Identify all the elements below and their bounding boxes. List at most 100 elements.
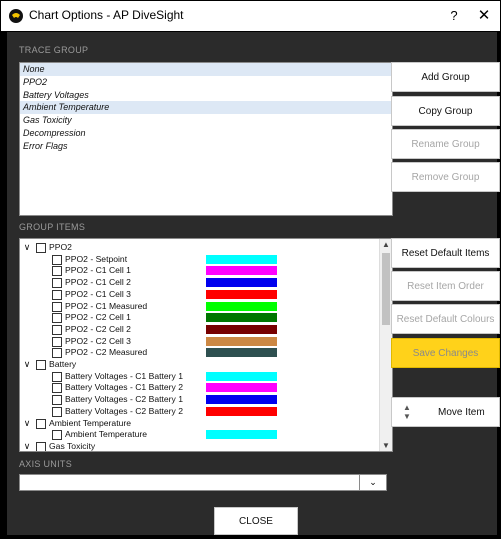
dialog-content: TRACE GROUP None PPO2 Battery Voltages Ambi… — [7, 32, 500, 535]
tree-item-row[interactable]: Battery Voltages - C2 Battery 1 — [20, 394, 378, 406]
tree-item-row[interactable]: PPO2 - C1 Cell 3 — [20, 289, 378, 301]
tree-group-row[interactable]: ∨ Battery — [20, 359, 378, 371]
up-down-arrows-icon: ▲ ▼ — [403, 403, 411, 421]
tree-row-label: PPO2 - C1 Cell 3 — [65, 288, 131, 299]
chevron-down-icon[interactable]: ∨ — [22, 418, 32, 429]
item-checkbox[interactable] — [52, 254, 62, 265]
tree-row-label: PPO2 - C1 Cell 2 — [65, 277, 131, 288]
tree-item-row[interactable]: Battery Voltages - C1 Battery 1 — [20, 371, 378, 383]
tree-row-label: PPO2 - C1 Measured — [65, 300, 148, 311]
app-logo-icon — [9, 9, 23, 23]
chevron-down-icon[interactable]: ∨ — [22, 441, 32, 451]
tree-item-row[interactable]: Battery Voltages - C2 Battery 2 — [20, 406, 378, 418]
item-checkbox[interactable] — [52, 348, 62, 359]
trace-group-item[interactable]: Ambient Temperature — [20, 101, 392, 115]
color-swatch[interactable] — [206, 313, 277, 323]
copy-group-button[interactable]: Copy Group — [391, 96, 500, 126]
tree-row-label: PPO2 — [49, 242, 72, 252]
group-items-label: GROUP ITEMS — [19, 222, 86, 232]
window-title: Chart Options - AP DiveSight — [29, 8, 184, 22]
item-checkbox[interactable] — [52, 383, 62, 394]
tree-item-row[interactable]: PPO2 - C1 Measured — [20, 301, 378, 313]
trace-group-item[interactable]: Battery Voltages — [20, 89, 392, 102]
remove-group-button[interactable]: Remove Group — [391, 162, 500, 192]
color-swatch[interactable] — [206, 383, 277, 393]
item-checkbox[interactable] — [52, 266, 62, 277]
reset-default-colours-button[interactable]: Reset Default Colours — [391, 304, 500, 334]
color-swatch[interactable] — [206, 289, 277, 299]
move-item-button[interactable]: ▲ ▼ Move Item — [391, 397, 500, 427]
trace-group-item[interactable]: None — [20, 63, 392, 76]
trace-group-item[interactable]: Error Flags — [20, 140, 392, 153]
item-checkbox[interactable] — [52, 289, 62, 300]
color-swatch[interactable] — [206, 278, 277, 288]
tree-item-row[interactable]: Battery Voltages - C1 Battery 2 — [20, 382, 378, 394]
item-checkbox[interactable] — [52, 406, 62, 417]
group-items-tree[interactable]: ∨ PPO2 PPO2 - Setpoint PPO2 - C1 Cell 1 PPO2… — [19, 238, 393, 452]
trace-group-item[interactable]: Gas Toxicity — [20, 114, 392, 127]
dialog-window: Chart Options - AP DiveSight ? ✕ TRACE G… — [0, 0, 501, 539]
add-group-button[interactable]: Add Group — [391, 62, 500, 92]
item-checkbox[interactable] — [52, 278, 62, 289]
trace-group-label: TRACE GROUP — [19, 45, 89, 55]
chevron-down-icon[interactable]: ⌄ — [359, 474, 387, 491]
close-button[interactable]: CLOSE — [214, 507, 298, 535]
chevron-down-icon[interactable]: ∨ — [22, 242, 32, 253]
tree-item-row[interactable]: PPO2 - Setpoint — [20, 254, 378, 266]
reset-default-items-button[interactable]: Reset Default Items — [391, 238, 500, 268]
item-checkbox[interactable] — [52, 371, 62, 382]
reset-item-order-button[interactable]: Reset Item Order — [391, 271, 500, 301]
trace-group-item[interactable]: PPO2 — [20, 76, 392, 89]
color-swatch[interactable] — [206, 324, 277, 334]
color-swatch[interactable] — [206, 301, 277, 311]
tree-item-row[interactable]: PPO2 - C2 Cell 3 — [20, 336, 378, 348]
axis-units-select[interactable] — [19, 474, 360, 491]
trace-group-item[interactable]: Decompression — [20, 127, 392, 140]
item-checkbox[interactable] — [36, 360, 46, 370]
item-checkbox[interactable] — [52, 324, 62, 335]
tree-item-row[interactable]: PPO2 - C2 Measured — [20, 347, 378, 359]
scroll-down-icon[interactable]: ▼ — [380, 441, 392, 450]
color-swatch[interactable] — [206, 348, 277, 358]
tree-row-label: PPO2 - C2 Cell 2 — [65, 323, 131, 334]
scrollbar-thumb[interactable] — [382, 253, 390, 325]
tree-group-row[interactable]: ∨ PPO2 — [20, 242, 378, 254]
trace-group-list[interactable]: None PPO2 Battery Voltages Ambient Temperat… — [19, 62, 393, 216]
color-swatch[interactable] — [206, 395, 277, 405]
color-swatch[interactable] — [206, 371, 277, 381]
tree-row-label: PPO2 - C2 Cell 3 — [65, 335, 131, 346]
item-checkbox[interactable] — [36, 441, 46, 451]
item-checkbox[interactable] — [52, 301, 62, 312]
color-swatch[interactable] — [206, 430, 277, 440]
item-checkbox[interactable] — [52, 395, 62, 406]
item-checkbox[interactable] — [52, 336, 62, 347]
tree-row-label: PPO2 - C1 Cell 1 — [65, 265, 131, 276]
tree-item-row[interactable]: PPO2 - C2 Cell 2 — [20, 324, 378, 336]
close-window-button[interactable]: ✕ — [474, 6, 494, 26]
move-item-label: Move Item — [438, 407, 485, 418]
save-changes-button[interactable]: Save Changes — [391, 338, 500, 368]
color-swatch[interactable] — [206, 336, 277, 346]
item-checkbox[interactable] — [36, 243, 46, 253]
color-swatch[interactable] — [206, 406, 277, 416]
rename-group-button[interactable]: Rename Group — [391, 129, 500, 159]
item-checkbox[interactable] — [36, 418, 46, 429]
tree-group-row[interactable]: ∨ Gas Toxicity — [20, 441, 378, 451]
tree-row-label: PPO2 - Setpoint — [65, 253, 128, 264]
tree-row-label: Ambient Temperature — [49, 417, 132, 428]
help-button[interactable]: ? — [444, 6, 464, 26]
item-checkbox[interactable] — [52, 313, 62, 324]
tree-row-label: Battery Voltages - C1 Battery 2 — [65, 382, 183, 393]
color-swatch[interactable] — [206, 254, 277, 264]
tree-item-row[interactable]: PPO2 - C2 Cell 1 — [20, 312, 378, 324]
tree-item-row[interactable]: Ambient Temperature — [20, 429, 378, 441]
tree-row-label: Battery Voltages - C1 Battery 1 — [65, 370, 183, 381]
tree-row-label: Battery — [49, 359, 77, 369]
axis-units-label: AXIS UNITS — [19, 459, 73, 469]
item-checkbox[interactable] — [52, 430, 62, 441]
tree-group-row[interactable]: ∨ Ambient Temperature — [20, 418, 378, 430]
tree-item-row[interactable]: PPO2 - C1 Cell 2 — [20, 277, 378, 289]
chevron-down-icon[interactable]: ∨ — [22, 359, 32, 370]
tree-item-row[interactable]: PPO2 - C1 Cell 1 — [20, 265, 378, 277]
color-swatch[interactable] — [206, 266, 277, 276]
